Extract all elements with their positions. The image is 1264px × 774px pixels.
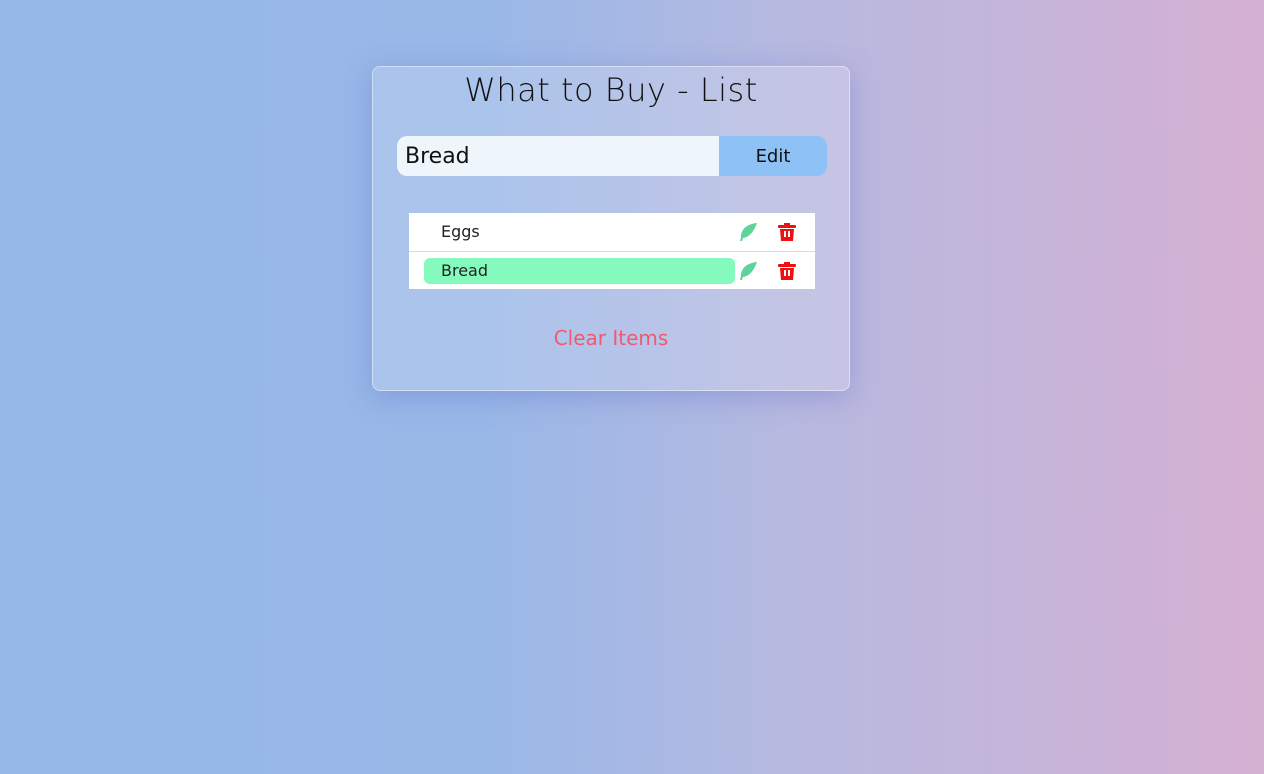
feather-icon — [740, 262, 757, 280]
delete-button[interactable] — [777, 222, 797, 242]
submit-button[interactable]: Edit — [719, 136, 827, 176]
edit-button[interactable] — [738, 222, 758, 242]
item-list: Eggs Bread — [409, 213, 815, 289]
edit-button[interactable] — [738, 261, 758, 281]
page-title: What to Buy - List — [464, 71, 758, 109]
trash-icon — [778, 223, 796, 241]
trash-icon — [778, 262, 796, 280]
list-item: Bread — [409, 251, 815, 289]
item-form: Edit — [397, 136, 827, 176]
clear-items-button[interactable]: Clear Items — [373, 325, 849, 351]
list-item: Eggs — [409, 213, 815, 251]
grocery-card: What to Buy - List Edit Eggs — [372, 66, 850, 391]
item-name: Bread — [424, 257, 735, 284]
delete-button[interactable] — [777, 261, 797, 281]
feather-icon — [740, 223, 757, 241]
item-input[interactable] — [397, 136, 719, 176]
item-name: Eggs — [441, 222, 480, 241]
